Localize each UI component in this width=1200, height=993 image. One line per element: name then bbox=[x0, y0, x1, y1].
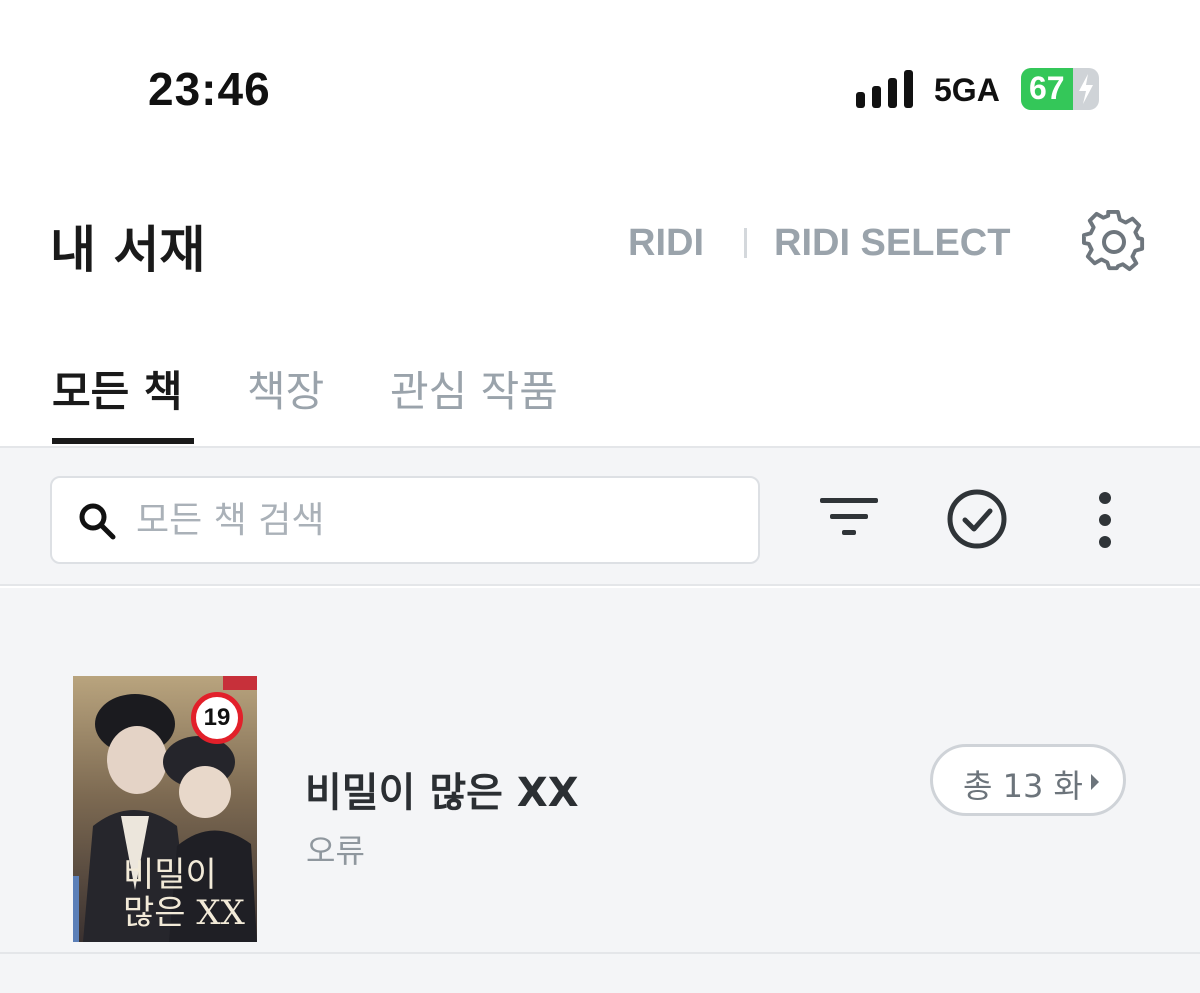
network-type: 5GA bbox=[934, 72, 1000, 108]
tab-favorite-works[interactable]: 관심 작품 bbox=[390, 358, 558, 419]
tab-all-books[interactable]: 모든 책 bbox=[52, 358, 183, 419]
more-vertical-icon[interactable] bbox=[1092, 490, 1118, 550]
battery-level: 67 bbox=[1029, 70, 1065, 106]
book-cover[interactable]: 19 비밀이 많은 XX bbox=[73, 676, 257, 942]
search-box[interactable] bbox=[50, 476, 760, 564]
app-header: 내 서재 RIDI RIDI SELECT bbox=[0, 150, 1200, 330]
row-divider bbox=[0, 952, 1200, 954]
status-time: 23:46 bbox=[148, 63, 271, 115]
active-tab-indicator bbox=[52, 438, 194, 444]
gear-icon[interactable] bbox=[1082, 210, 1146, 274]
episode-count-label: 총 13 화 bbox=[963, 767, 1083, 805]
episode-count-button[interactable]: 총 13 화 bbox=[930, 744, 1126, 816]
cover-title: 비밀이 많은 XX bbox=[123, 855, 245, 933]
book-author: 오류 bbox=[306, 832, 365, 870]
tab-bookshelf[interactable]: 책장 bbox=[247, 358, 324, 419]
book-title: 비밀이 많은 XX bbox=[305, 770, 579, 816]
search-input[interactable] bbox=[136, 490, 736, 550]
ridi-brand-link[interactable]: RIDI bbox=[628, 222, 704, 265]
brand-divider bbox=[744, 228, 747, 258]
ridi-select-brand-link[interactable]: RIDI SELECT bbox=[774, 222, 1010, 265]
filter-icon[interactable] bbox=[818, 494, 880, 542]
book-list: 19 비밀이 많은 XX 비밀이 많은 XX 오류 총 13 화 bbox=[0, 588, 1200, 993]
age-rating-badge: 19 bbox=[191, 692, 243, 744]
search-icon bbox=[79, 503, 116, 540]
book-list-item[interactable]: 19 비밀이 많은 XX 비밀이 많은 XX 오류 총 13 화 bbox=[0, 676, 1200, 956]
page-title: 내 서재 bbox=[50, 221, 206, 279]
charging-bolt-icon bbox=[1079, 74, 1093, 104]
check-circle-icon[interactable] bbox=[944, 486, 1010, 552]
library-toolbar bbox=[0, 446, 1200, 586]
chevron-right-icon bbox=[1091, 774, 1099, 790]
battery-indicator: 67 bbox=[1021, 68, 1099, 110]
tab-bar: 모든 책 책장 관심 작품 bbox=[0, 350, 1200, 446]
signal-icon bbox=[856, 70, 913, 108]
status-bar: 23:46 5GA 67 bbox=[0, 0, 1200, 150]
